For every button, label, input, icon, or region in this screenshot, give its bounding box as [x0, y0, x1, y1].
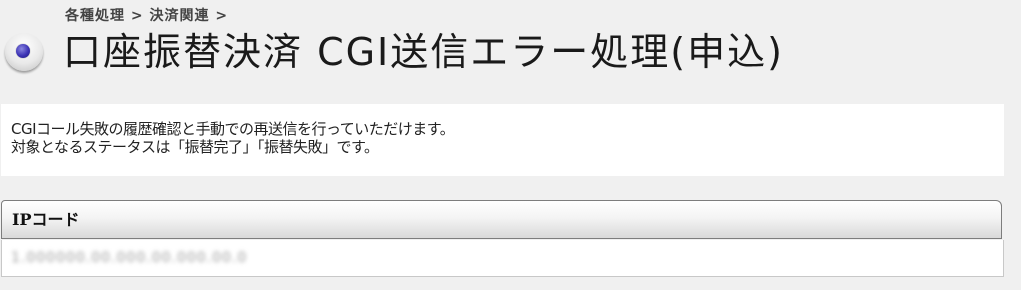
ip-code-table: IPコード 1.000000.00.000.00.000.00.0 [1, 200, 1004, 278]
page-title: 口座振替決済 CGI送信エラー処理(申込) [63, 30, 784, 74]
description-line-1: CGIコール失敗の履歴確認と手動での再送信を行っていただけます。 [11, 120, 455, 138]
description-panel: CGIコール失敗の履歴確認と手動での再送信を行っていただけます。 対象となるステ… [1, 104, 1004, 176]
page-header: 各種処理 > 決済関連 > 口座振替決済 CGI送信エラー処理(申込) [0, 0, 1021, 100]
radio-bullet-icon [5, 33, 43, 71]
ip-code-header: IPコード [1, 200, 1002, 239]
ip-code-header-label: IPコード [12, 210, 80, 229]
ip-code-cell: 1.000000.00.000.00.000.00.0 [1, 240, 1004, 277]
ip-code-value: 1.000000.00.000.00.000.00.0 [11, 250, 248, 266]
breadcrumb: 各種処理 > 決済関連 > [65, 8, 229, 24]
page: 各種処理 > 決済関連 > 口座振替決済 CGI送信エラー処理(申込) CGIコ… [0, 0, 1021, 290]
description-line-2: 対象となるステータスは「振替完了」「振替失敗」です。 [11, 138, 379, 156]
